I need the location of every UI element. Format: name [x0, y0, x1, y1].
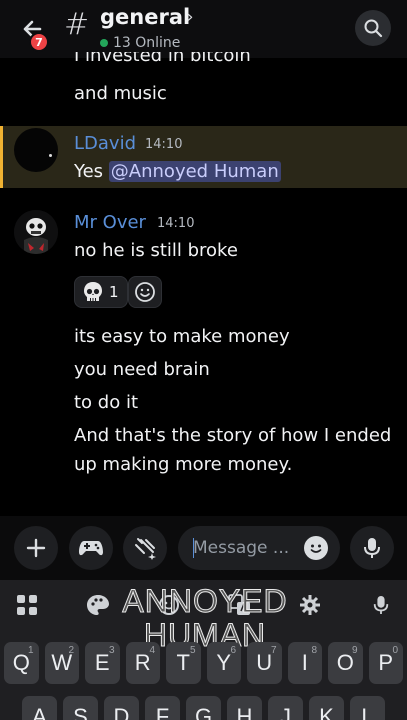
message-line: Yes @Annoyed Human: [74, 161, 281, 182]
message-placeholder: Message ...: [193, 538, 290, 558]
activities-button[interactable]: [69, 526, 113, 570]
hash-icon: #: [64, 7, 90, 42]
key-p[interactable]: P0: [368, 642, 403, 684]
message-input[interactable]: Message ...: [178, 526, 340, 570]
microphone-icon: [364, 538, 380, 558]
message-timestamp: 14:10: [157, 216, 195, 231]
key-j[interactable]: J: [268, 696, 303, 720]
caption-line: ANNOYED: [122, 583, 288, 619]
keyboard-mic-icon[interactable]: [368, 592, 394, 618]
message-line: no he is still broke: [74, 240, 238, 261]
message-line: and music: [74, 83, 167, 104]
key-s[interactable]: S: [63, 696, 98, 720]
key-r[interactable]: R4: [125, 642, 160, 684]
online-dot-icon: [100, 39, 108, 47]
message-line: I invested in bitcoin: [74, 52, 251, 66]
avatar[interactable]: [14, 210, 58, 254]
reaction-skull[interactable]: 1: [74, 276, 128, 308]
settings-gear-icon[interactable]: [297, 592, 323, 618]
key-e[interactable]: E3: [85, 642, 120, 684]
message-line: you need brain: [74, 359, 210, 380]
message-composer: Message ...: [0, 516, 407, 580]
keyboard-row-2: A S D F G H J K L: [22, 696, 385, 720]
message-author[interactable]: LDavid: [74, 133, 136, 154]
apps-button[interactable]: [123, 526, 167, 570]
skeleton-avatar-icon: [14, 210, 58, 254]
key-d[interactable]: D: [104, 696, 139, 720]
keyboard-row-1: Q1 W2 E3 R4 T5 Y6 U7 I8 O9 P0: [4, 642, 403, 684]
user-mention[interactable]: @Annoyed Human: [108, 161, 281, 182]
search-button[interactable]: [355, 10, 391, 46]
message-line: its easy to make money: [74, 326, 290, 347]
chevron-right-icon[interactable]: ›: [187, 7, 193, 26]
search-icon: [364, 19, 383, 38]
key-i[interactable]: I8: [287, 642, 322, 684]
key-h[interactable]: H: [227, 696, 262, 720]
avatar[interactable]: [14, 128, 58, 172]
online-status: 13 Online: [100, 35, 180, 51]
emoji-button[interactable]: [304, 536, 328, 560]
skull-icon: [84, 282, 102, 301]
smile-icon: [135, 282, 155, 302]
palette-icon[interactable]: [85, 592, 111, 618]
sparkle-icon: [135, 538, 156, 560]
gamepad-icon: [79, 541, 103, 556]
message-text: Yes: [74, 161, 104, 182]
key-k[interactable]: K: [309, 696, 344, 720]
key-y[interactable]: Y6: [206, 642, 241, 684]
key-u[interactable]: U7: [247, 642, 282, 684]
emoji-icon: [310, 544, 322, 553]
voice-message-button[interactable]: [350, 526, 394, 570]
channel-header: 7 # general › 13 Online: [0, 0, 407, 58]
unread-badge: 7: [29, 32, 49, 52]
message-line: up making more money.: [74, 454, 293, 475]
apps-grid-icon[interactable]: [14, 592, 40, 618]
key-t[interactable]: T5: [166, 642, 201, 684]
message-line: to do it: [74, 392, 139, 413]
key-o[interactable]: O9: [328, 642, 363, 684]
message-author[interactable]: Mr Over: [74, 212, 146, 233]
message-line: And that's the story of how I ended: [74, 425, 392, 446]
key-q[interactable]: Q1: [4, 642, 39, 684]
on-screen-keyboard: ANNOYED HUMAN Q1 W2 E3 R4 T5 Y6 U7 I8 O9…: [0, 580, 407, 720]
plus-icon: [26, 538, 46, 558]
attach-button[interactable]: [14, 526, 58, 570]
online-count: 13 Online: [113, 35, 181, 51]
channel-title[interactable]: general: [100, 5, 190, 29]
key-g[interactable]: G: [186, 696, 221, 720]
key-l[interactable]: L: [350, 696, 385, 720]
key-f[interactable]: F: [145, 696, 180, 720]
add-reaction-button[interactable]: [128, 276, 162, 308]
key-w[interactable]: W2: [44, 642, 79, 684]
message-timestamp: 14:10: [145, 137, 183, 152]
key-a[interactable]: A: [22, 696, 57, 720]
reaction-count: 1: [109, 283, 119, 301]
